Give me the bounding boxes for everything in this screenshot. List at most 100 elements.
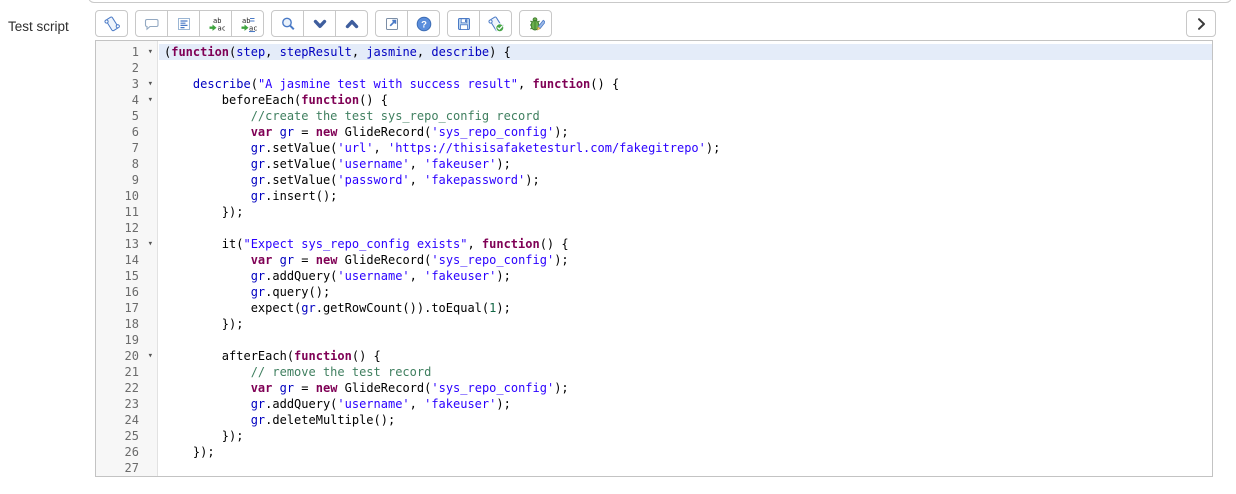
code-line-row: 12	[96, 220, 1212, 236]
code-line[interactable]: gr.addQuery('username', 'fakeuser');	[159, 268, 1212, 284]
code-line[interactable]: gr.addQuery('username', 'fakeuser');	[159, 396, 1212, 412]
line-number: 23	[124, 397, 139, 411]
code-line[interactable]: describe("A jasmine test with success re…	[159, 76, 1212, 92]
comment-icon	[144, 18, 159, 30]
code-line[interactable]: // remove the test record	[159, 364, 1212, 380]
replace-all-icon: abac	[241, 17, 257, 32]
code-line-row: 17 expect(gr.getRowCount()).toEqual(1);	[96, 300, 1212, 316]
line-number: 10	[124, 189, 139, 203]
line-number: 12	[124, 221, 139, 235]
line-number: 7	[131, 141, 139, 155]
code-fold-arrow-icon[interactable]: ▾	[148, 76, 153, 92]
code-fold-arrow-icon[interactable]: ▾	[148, 92, 153, 108]
help-button[interactable]: ?	[407, 10, 440, 37]
code-line[interactable]: gr.setValue('username', 'fakeuser');	[159, 156, 1212, 172]
chevron-up-icon	[345, 19, 358, 28]
code-fold-arrow-icon[interactable]: ▾	[148, 44, 153, 60]
format-code-button[interactable]	[167, 10, 200, 37]
save-button[interactable]	[447, 10, 480, 37]
code-fold-arrow-icon[interactable]: ▾	[148, 236, 153, 252]
code-line[interactable]	[159, 220, 1212, 236]
collapse-panel-button[interactable]	[1186, 10, 1216, 37]
code-line-row: 27	[96, 460, 1212, 476]
toolbar-button-group: ?	[375, 10, 440, 37]
code-line-row: 9 gr.setValue('password', 'fakepassword'…	[96, 172, 1212, 188]
code-line-row: 26 });	[96, 444, 1212, 460]
code-line[interactable]: it("Expect sys_repo_config exists", func…	[159, 236, 1212, 252]
search-icon	[281, 17, 295, 30]
line-number: 3 ▾	[131, 76, 153, 92]
line-number: 21	[124, 365, 139, 379]
code-line[interactable]: gr.setValue('url', 'https://thisisafaket…	[159, 140, 1212, 156]
code-line[interactable]	[159, 60, 1212, 76]
search-button[interactable]	[271, 10, 304, 37]
script-field-region: Test script ab ac ab ac? 1 ▾ (function(step, …	[0, 0, 1236, 494]
code-line-row: 22 var gr = new GlideRecord('sys_repo_co…	[96, 380, 1212, 396]
line-number: 27	[124, 461, 139, 475]
toolbar-button-group	[447, 10, 512, 37]
field-label: Test script	[8, 19, 69, 34]
replace-icon: abac	[209, 17, 225, 32]
line-number: 22	[124, 381, 139, 395]
code-line-row: 20 ▾ afterEach(function() {	[96, 348, 1212, 364]
scroll-icon	[103, 16, 120, 31]
code-line[interactable]: });	[159, 204, 1212, 220]
code-line-row: 25 });	[96, 428, 1212, 444]
code-line-row: 2	[96, 60, 1212, 76]
line-number: 17	[124, 301, 139, 315]
code-line-row: 15 gr.addQuery('username', 'fakeuser');	[96, 268, 1212, 284]
find-previous-button[interactable]	[335, 10, 368, 37]
code-line[interactable]	[159, 332, 1212, 348]
bug-icon	[529, 16, 545, 31]
code-line[interactable]: (function(step, stepResult, jasmine, des…	[159, 44, 1212, 60]
popout-icon	[385, 17, 398, 30]
code-line-row: 1 ▾ (function(step, stepResult, jasmine, d…	[96, 44, 1212, 60]
line-number: 1 ▾	[131, 44, 153, 60]
replace-button[interactable]: ab ac	[199, 10, 232, 37]
toolbar-button-group	[271, 10, 368, 37]
line-number: 5	[131, 109, 139, 123]
code-editor[interactable]: 1 ▾ (function(step, stepResult, jasmine, d…	[95, 40, 1213, 477]
toggle-syntax-editor-button[interactable]	[95, 10, 128, 37]
code-line[interactable]: });	[159, 316, 1212, 332]
code-line[interactable]: var gr = new GlideRecord('sys_repo_confi…	[159, 380, 1212, 396]
code-line[interactable]: expect(gr.getRowCount()).toEqual(1);	[159, 300, 1212, 316]
scroll-check-icon	[487, 16, 504, 32]
code-line-row: 7 gr.setValue('url', 'https://thisisafak…	[96, 140, 1212, 156]
code-line-row: 10 gr.insert();	[96, 188, 1212, 204]
code-line[interactable]: //create the test sys_repo_config record	[159, 108, 1212, 124]
syntax-check-button[interactable]	[479, 10, 512, 37]
code-line-row: 6 var gr = new GlideRecord('sys_repo_con…	[96, 124, 1212, 140]
code-line[interactable]: });	[159, 428, 1212, 444]
open-fullscreen-button[interactable]	[375, 10, 408, 37]
code-line[interactable]: gr.query();	[159, 284, 1212, 300]
code-line[interactable]: var gr = new GlideRecord('sys_repo_confi…	[159, 124, 1212, 140]
code-line-row: 24 gr.deleteMultiple();	[96, 412, 1212, 428]
line-number: 8	[131, 157, 139, 171]
code-line[interactable]: var gr = new GlideRecord('sys_repo_confi…	[159, 252, 1212, 268]
toolbar-button-group: ab ac ab ac	[135, 10, 264, 37]
code-line[interactable]	[159, 460, 1212, 476]
svg-text:ac: ac	[217, 24, 225, 32]
code-line-row: 8 gr.setValue('username', 'fakeuser');	[96, 156, 1212, 172]
code-line-row: 21 // remove the test record	[96, 364, 1212, 380]
toggle-comment-button[interactable]	[135, 10, 168, 37]
code-fold-arrow-icon[interactable]: ▾	[148, 348, 153, 364]
code-line-row: 19	[96, 332, 1212, 348]
code-line[interactable]: gr.deleteMultiple();	[159, 412, 1212, 428]
code-line[interactable]: });	[159, 444, 1212, 460]
svg-text:?: ?	[421, 19, 427, 30]
debug-script-button[interactable]	[519, 10, 552, 37]
toolbar-button-group	[519, 10, 552, 37]
code-line-row: 3 ▾ describe("A jasmine test with success…	[96, 76, 1212, 92]
line-number: 13 ▾	[124, 236, 153, 252]
line-number: 2	[131, 61, 139, 75]
code-line[interactable]: gr.setValue('password', 'fakepassword');	[159, 172, 1212, 188]
chevron-right-icon	[1198, 17, 1205, 30]
code-line[interactable]: afterEach(function() {	[159, 348, 1212, 364]
find-next-button[interactable]	[303, 10, 336, 37]
replace-all-button[interactable]: ab ac	[231, 10, 264, 37]
code-line[interactable]: beforeEach(function() {	[159, 92, 1212, 108]
line-number: 9	[131, 173, 139, 187]
code-line[interactable]: gr.insert();	[159, 188, 1212, 204]
